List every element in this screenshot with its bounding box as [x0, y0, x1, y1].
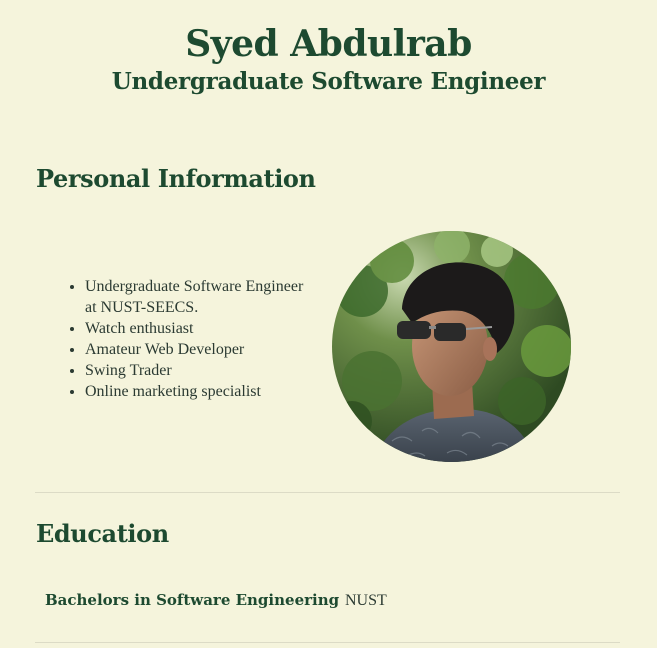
section-divider: [35, 492, 620, 493]
institution-name: NUST: [345, 592, 387, 609]
list-item: Watch enthusiast: [85, 318, 315, 339]
personal-info-list: Undergraduate Software Engineer at NUST-…: [64, 276, 315, 402]
list-item: Amateur Web Developer: [85, 339, 315, 360]
profile-photo-image: [332, 231, 571, 462]
section-divider: [35, 642, 620, 643]
page-title: Syed Abdulrab: [185, 23, 472, 65]
list-item: Swing Trader: [85, 360, 315, 381]
education-heading: Education: [36, 519, 169, 548]
list-item: Online marketing specialist: [85, 381, 315, 402]
degree-name: Bachelors in Software Engineering: [45, 591, 340, 609]
personal-information-heading: Personal Information: [36, 164, 316, 193]
list-item: Undergraduate Software Engineer at NUST-…: [85, 276, 315, 318]
education-row: Bachelors in Software Engineering NUST: [45, 591, 605, 613]
page-header: Syed Abdulrab Undergraduate Software Eng…: [0, 22, 657, 97]
page-subtitle: Undergraduate Software Engineer: [111, 68, 546, 95]
profile-photo: [332, 231, 571, 462]
